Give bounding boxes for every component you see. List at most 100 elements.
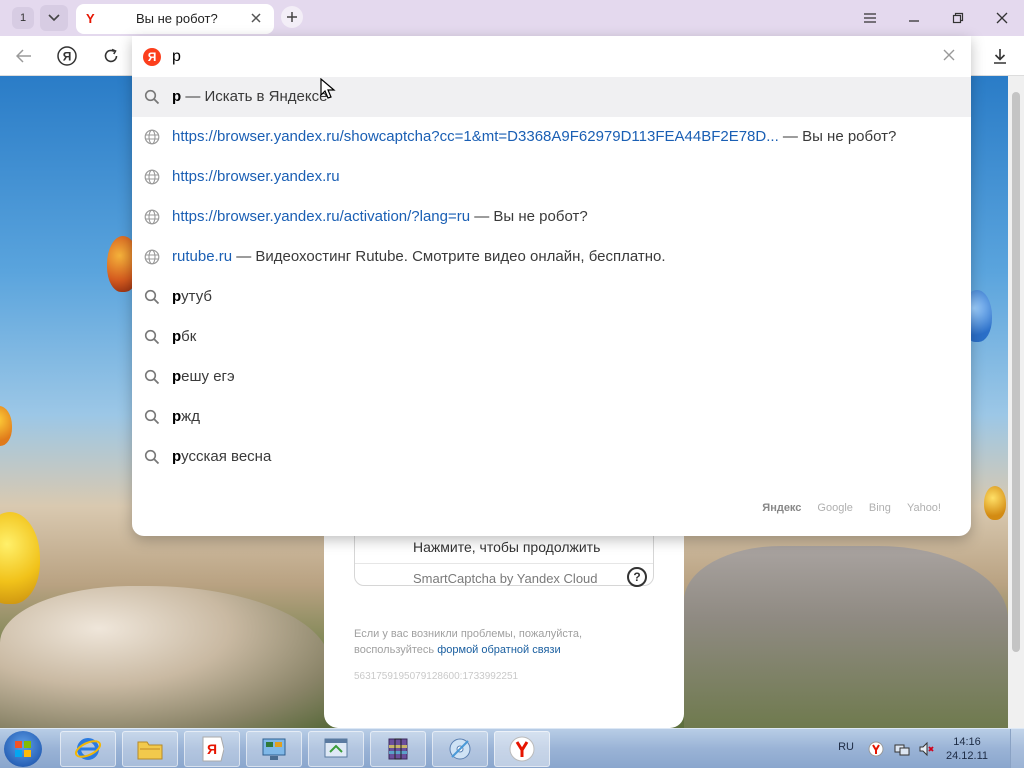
clock[interactable]: 14:16 24.12.11 bbox=[946, 735, 988, 763]
suggestion-description: — Вы не робот? bbox=[778, 128, 897, 145]
suggestion-description: — Видеохостинг Rutube. Смотрите видео он… bbox=[232, 248, 666, 265]
taskbar-media-player[interactable] bbox=[432, 731, 488, 767]
suggestion-text: р — Искать в Яндексе bbox=[172, 88, 327, 105]
globe-icon bbox=[144, 129, 160, 145]
suggestion-item[interactable]: решу егэ bbox=[132, 357, 971, 397]
search-icon bbox=[144, 449, 160, 465]
globe-icon bbox=[144, 169, 160, 185]
rock-formation-image bbox=[0, 586, 330, 728]
address-bar-input[interactable] bbox=[172, 44, 932, 70]
search-icon bbox=[144, 289, 160, 305]
suggestion-match: р bbox=[172, 368, 182, 385]
downloads-button[interactable] bbox=[988, 44, 1012, 68]
suggestion-completion: — Искать в Яндексе bbox=[181, 88, 328, 105]
suggestion-completion: утуб bbox=[181, 288, 212, 305]
suggestion-item[interactable]: ржд bbox=[132, 397, 971, 437]
restore-icon bbox=[952, 12, 964, 24]
taskbar-control-panel[interactable] bbox=[246, 731, 302, 767]
start-button[interactable] bbox=[4, 731, 42, 767]
yandex-browser-icon bbox=[509, 736, 535, 762]
taskbar-window-app[interactable] bbox=[308, 731, 364, 767]
menu-button[interactable] bbox=[848, 0, 892, 36]
network-icon[interactable] bbox=[894, 741, 910, 757]
control-panel-icon bbox=[262, 738, 286, 760]
taskbar-file-explorer[interactable] bbox=[122, 731, 178, 767]
search-icon bbox=[144, 329, 160, 345]
suggestion-item[interactable]: rutube.ru — Видеохостинг Rutube. Смотрит… bbox=[132, 237, 971, 277]
scrollbar-thumb[interactable] bbox=[1012, 92, 1020, 652]
globe-icon bbox=[144, 209, 160, 225]
suggestion-match: р bbox=[172, 88, 182, 105]
tab-list-button[interactable] bbox=[40, 5, 68, 31]
show-desktop-button[interactable] bbox=[1010, 729, 1024, 768]
yandex-tray-icon[interactable] bbox=[868, 741, 884, 757]
suggestion-item[interactable]: русская весна bbox=[132, 437, 971, 477]
taskbar-yandex-browser[interactable] bbox=[494, 731, 550, 767]
clock-date: 24.12.11 bbox=[945, 750, 988, 762]
suggestion-text: рутуб bbox=[172, 288, 212, 305]
new-tab-button[interactable] bbox=[281, 6, 303, 28]
search-engine-option[interactable]: Яндекс bbox=[762, 502, 801, 514]
arrow-left-icon bbox=[16, 49, 31, 63]
mouse-cursor-icon bbox=[320, 78, 336, 99]
suggestion-text: решу егэ bbox=[172, 368, 235, 385]
restore-button[interactable] bbox=[936, 0, 980, 36]
close-icon bbox=[943, 49, 955, 61]
suggestion-text: ржд bbox=[172, 408, 200, 425]
internet-explorer-icon bbox=[74, 738, 102, 760]
clear-input-button[interactable] bbox=[943, 48, 955, 64]
windows-logo-icon bbox=[15, 741, 31, 757]
tab-close-button[interactable] bbox=[248, 10, 264, 29]
suggestion-item[interactable]: https://browser.yandex.ru bbox=[132, 157, 971, 197]
minimize-button[interactable] bbox=[892, 0, 936, 36]
suggestion-text: rutube.ru — Видеохостинг Rutube. Смотрит… bbox=[172, 248, 666, 265]
volume-muted-icon[interactable] bbox=[918, 741, 934, 757]
yandex-home-button[interactable]: Я bbox=[55, 44, 79, 68]
suggestion-item[interactable]: https://browser.yandex.ru/activation/?la… bbox=[132, 197, 971, 237]
taskbar-yandex-app[interactable]: Я bbox=[184, 731, 240, 767]
browser-titlebar: 1 Y Вы не робот? bbox=[0, 0, 1024, 36]
balloon-image bbox=[0, 512, 40, 604]
language-indicator[interactable]: RU bbox=[838, 741, 854, 753]
taskbar-archiver[interactable] bbox=[370, 731, 426, 767]
svg-text:Я: Я bbox=[207, 741, 217, 757]
close-window-button[interactable] bbox=[980, 0, 1024, 36]
yandex-favicon-icon: Y bbox=[86, 11, 95, 26]
suggestion-url: https://browser.yandex.ru bbox=[172, 168, 340, 185]
help-icon[interactable]: ? bbox=[627, 567, 647, 587]
yandex-app-icon: Я bbox=[202, 736, 224, 762]
suggestion-text: русская весна bbox=[172, 448, 271, 465]
suggestion-item[interactable]: https://browser.yandex.ru/showcaptcha?cc… bbox=[132, 117, 971, 157]
feedback-note: Если у вас возникли проблемы, пожалуйста… bbox=[354, 626, 654, 658]
search-engine-option[interactable]: Bing bbox=[869, 502, 891, 514]
yandex-search-icon: Я bbox=[143, 48, 161, 66]
suggestion-completion: ешу егэ bbox=[181, 368, 235, 385]
yandex-logo-icon: Я bbox=[57, 46, 77, 66]
back-button[interactable] bbox=[12, 44, 36, 68]
page-scrollbar[interactable] bbox=[1008, 76, 1024, 728]
search-engine-option[interactable]: Google bbox=[817, 502, 852, 514]
rock-formation-image bbox=[684, 546, 1008, 728]
suggestion-item[interactable]: рбк bbox=[132, 317, 971, 357]
divider bbox=[355, 563, 653, 564]
suggestion-item[interactable]: рутуб bbox=[132, 277, 971, 317]
captcha-cta-label[interactable]: Нажмите, чтобы продолжить bbox=[413, 539, 600, 555]
suggestion-url: https://browser.yandex.ru/activation/?la… bbox=[172, 208, 471, 225]
taskbar-internet-explorer[interactable] bbox=[60, 731, 116, 767]
clock-time: 14:16 bbox=[953, 736, 981, 748]
reload-icon bbox=[104, 48, 118, 63]
reload-button[interactable] bbox=[99, 44, 123, 68]
windows-taskbar: Я RU 14:16 24.12.11 bbox=[0, 728, 1024, 768]
plus-icon bbox=[287, 12, 297, 22]
folder-icon bbox=[137, 741, 163, 760]
tab-active[interactable]: Y Вы не робот? bbox=[76, 4, 274, 34]
suggestion-text: https://browser.yandex.ru/activation/?la… bbox=[172, 208, 588, 225]
suggestion-item[interactable]: р — Искать в Яндексе bbox=[132, 77, 971, 117]
tab-counter-button[interactable]: 1 bbox=[12, 7, 34, 29]
search-engine-option[interactable]: Yahoo! bbox=[907, 502, 941, 514]
feedback-form-link[interactable]: формой обратной связи bbox=[437, 644, 560, 656]
svg-text:Я: Я bbox=[63, 50, 72, 64]
suggestion-completion: бк bbox=[181, 328, 197, 345]
captcha-brand-label: SmartCaptcha by Yandex Cloud bbox=[413, 571, 598, 586]
suggestion-text: рбк bbox=[172, 328, 196, 345]
